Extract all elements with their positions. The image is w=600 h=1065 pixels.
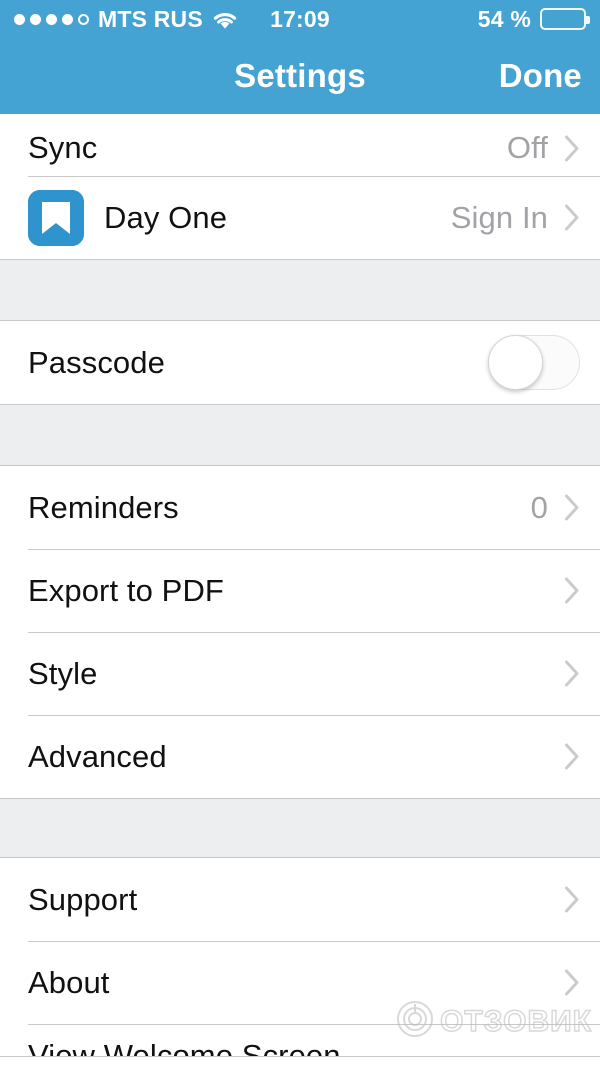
settings-screen: MTS RUS 17:09 54 % Settings Done Sync Of… [0,0,600,1065]
settings-row-sync[interactable]: Sync Off [0,114,600,176]
reminders-count: 0 [530,489,548,525]
day-one-value: Sign In [450,199,548,235]
chevron-right-icon [564,204,580,231]
about-label: About [28,964,110,1000]
settings-row-about[interactable]: About [0,941,600,1024]
signal-dot-5 [78,13,89,25]
export-to-pdf-label: Export to PDF [28,572,224,608]
settings-row-export-to-pdf[interactable]: Export to PDF [0,549,600,632]
chevron-right-icon [564,969,580,996]
support-label: Support [28,881,138,917]
security-section: Passcode [0,320,600,405]
passcode-label: Passcode [28,344,165,380]
about-accessory [564,969,580,996]
export-to-pdf-accessory [564,577,580,604]
info-section: Support About View Welcome Screen [0,857,600,1057]
settings-row-view-welcome-screen[interactable]: View Welcome Screen [0,1024,600,1056]
reminders-accessory: 0 [531,490,580,526]
day-one-accessory: Sign In [451,200,580,236]
section-gap-3 [0,799,600,857]
chevron-right-icon [564,135,580,162]
passcode-toggle[interactable] [488,335,580,390]
support-accessory [564,886,580,913]
account-section: Sync Off Day One Sign In [0,114,600,260]
day-one-label: Day One [104,199,228,235]
page-title: Settings [234,57,366,94]
day-one-bookmark-icon [28,189,84,246]
settings-row-passcode[interactable]: Passcode [0,321,600,404]
settings-table: Sync Off Day One Sign In Passcode Remind… [0,114,600,1057]
reminders-label: Reminders [28,489,179,525]
style-label: Style [28,655,98,691]
status-bar-right: 54 % [477,5,590,33]
settings-row-style[interactable]: Style [0,632,600,715]
features-section: Reminders 0 Export to PDF Style Advanced [0,465,600,799]
advanced-accessory [564,743,580,770]
carrier-label: MTS RUS [98,5,203,32]
chevron-right-icon [564,743,580,770]
section-gap-2 [0,405,600,465]
done-button[interactable]: Done [499,57,582,95]
settings-row-reminders[interactable]: Reminders 0 [0,466,600,549]
navigation-bar: Settings Done [0,38,600,114]
settings-row-support[interactable]: Support [0,858,600,941]
sync-accessory: Off [507,130,580,166]
sync-label: Sync [28,130,98,165]
signal-dot-2 [30,13,41,25]
view-welcome-screen-label: View Welcome Screen [28,1038,341,1056]
status-bar-left: MTS RUS [14,6,238,33]
passcode-accessory [488,335,580,390]
settings-row-advanced[interactable]: Advanced [0,715,600,798]
battery-percent-label: 54 % [477,5,531,32]
advanced-label: Advanced [28,738,167,774]
chevron-right-icon [564,660,580,687]
settings-row-day-one[interactable]: Day One Sign In [0,176,600,259]
chevron-right-icon [564,577,580,604]
status-bar: MTS RUS 17:09 54 % [0,0,600,38]
chevron-right-icon [564,494,580,521]
signal-dot-3 [46,13,57,25]
signal-dot-1 [14,13,25,25]
wifi-icon [212,9,238,29]
battery-icon [540,8,590,30]
section-gap-1 [0,260,600,320]
signal-strength-dots [14,13,89,25]
style-accessory [564,660,580,687]
chevron-right-icon [564,886,580,913]
sync-value: Off [506,130,548,165]
passcode-toggle-knob [488,335,543,390]
signal-dot-4 [62,13,73,25]
